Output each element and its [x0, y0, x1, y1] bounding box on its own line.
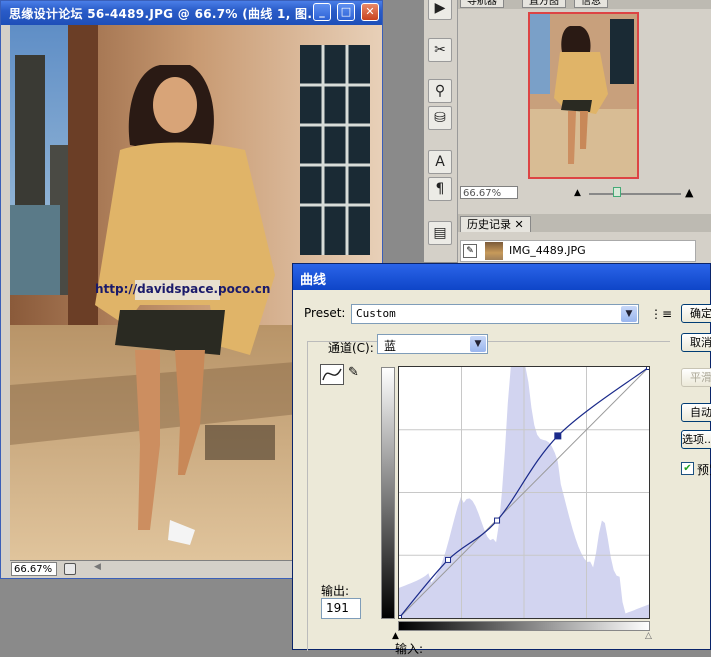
maximize-button[interactable]: □ [337, 3, 355, 21]
navigator-slider-thumb[interactable] [612, 187, 621, 197]
type-icon: A [435, 154, 445, 170]
zoom-in-icon[interactable]: ▲ [685, 186, 693, 199]
cancel-button[interactable]: 取消 [681, 333, 711, 352]
navigator-tabs: 导航器 直方图 信息 [458, 0, 711, 9]
output-field[interactable]: 191 [321, 598, 361, 619]
history-tab-label: 历史记录 [467, 218, 511, 231]
clone-source-button[interactable]: ⛁ [428, 106, 452, 130]
actions-button[interactable]: ▶ [428, 0, 452, 20]
preset-options-icon[interactable]: ⋮≡ [650, 307, 672, 321]
tab-info[interactable]: 信息 [574, 0, 608, 8]
scissors-icon: ✂ [434, 42, 446, 58]
document-title: 思缘设计论坛 56-4489.JPG @ 66.7% (曲线 1, 图... [9, 7, 322, 21]
watermark-url: http://davidspace.poco.cn [95, 282, 271, 296]
channel-select[interactable]: 蓝 ▼ [377, 334, 488, 354]
channel-label: 通道(C): [328, 341, 374, 355]
curve-point-tool[interactable] [320, 364, 344, 385]
curve-control-point [399, 615, 402, 618]
output-gradient-bar [381, 367, 395, 619]
navigator-preview-image [530, 14, 637, 177]
tab-history[interactable]: 历史记录 ✕ [460, 216, 531, 232]
status-menu-icon[interactable] [64, 563, 76, 575]
history-snapshot-row[interactable]: ✎ IMG_4489.JPG [460, 240, 696, 262]
preset-label: Preset: [304, 306, 346, 320]
curves-titlebar[interactable]: 曲线 [293, 264, 710, 290]
stamp-icon: ⛁ [434, 110, 446, 126]
paragraph-icon: ¶ [435, 181, 445, 197]
navigator-panel: 导航器 直方图 信息 66.67% ▲ ▲ [458, 0, 711, 206]
curve-control-point [445, 556, 452, 563]
minimize-button[interactable]: _ [313, 3, 331, 21]
input-gradient-bar [398, 621, 650, 631]
preview-label: 预览 [697, 463, 711, 477]
history-panel: 历史记录 ✕ ✎ IMG_4489.JPG [458, 206, 711, 264]
panel-dock-toolbar: ▶ ✂ ⚲ ⛁ A ¶ ▤ [424, 0, 458, 262]
navigator-zoom-slider[interactable] [589, 193, 681, 195]
history-brush-icon[interactable]: ✎ [463, 244, 477, 258]
brushes-button[interactable]: ⚲ [428, 79, 452, 103]
tab-navigator[interactable]: 导航器 [460, 0, 504, 8]
usb-icon: ⚲ [434, 83, 446, 99]
curve-icon [322, 368, 342, 381]
scroll-left-icon[interactable]: ◀ [94, 562, 101, 572]
curve-control-point [554, 432, 562, 440]
curves-title: 曲线 [300, 273, 327, 288]
preview-checkbox[interactable]: ✔ [681, 462, 694, 475]
input-label: 输入: [395, 642, 424, 656]
tab-histogram[interactable]: 直方图 [522, 0, 566, 8]
history-snapshot-label: IMG_4489.JPG [509, 244, 586, 257]
history-header: 历史记录 ✕ [458, 214, 711, 232]
options-button[interactable]: 选项... [681, 430, 711, 449]
close-icon[interactable]: ✕ [515, 218, 524, 231]
tool-presets-button[interactable]: ✂ [428, 38, 452, 62]
white-point-slider-icon[interactable]: △ [645, 631, 652, 641]
output-label: 输出: [321, 584, 350, 598]
close-button[interactable]: ✕ [361, 3, 379, 21]
curve-control-point [494, 517, 501, 524]
curve-control-point [646, 367, 649, 370]
smooth-button[interactable]: 平滑 [681, 368, 711, 387]
preset-value: Custom [356, 307, 396, 320]
zoom-field[interactable]: 66.67% [11, 562, 57, 576]
notes-icon: ▤ [433, 225, 447, 241]
channel-value: 蓝 [384, 339, 397, 353]
navigator-zoom-field[interactable]: 66.67% [460, 186, 518, 199]
notes-button[interactable]: ▤ [428, 221, 452, 245]
curves-graph-svg [399, 367, 649, 618]
document-titlebar[interactable]: 思缘设计论坛 56-4489.JPG @ 66.7% (曲线 1, 图... _… [1, 1, 382, 25]
curves-dialog: 曲线 Preset: Custom ▼ ⋮≡ 通道(C): 蓝 ▼ ✎ ▲ △ … [292, 263, 711, 656]
zoom-out-icon[interactable]: ▲ [574, 188, 581, 198]
ok-button[interactable]: 确定 [681, 304, 711, 323]
pencil-icon[interactable]: ✎ [348, 365, 364, 383]
curves-graph[interactable] [398, 366, 650, 619]
character-button[interactable]: A [428, 150, 452, 174]
chevron-down-icon: ▼ [470, 336, 486, 352]
auto-button[interactable]: 自动 [681, 403, 711, 422]
history-snapshot-thumbnail [485, 242, 503, 260]
chevron-down-icon: ▼ [621, 306, 637, 322]
play-icon: ▶ [434, 0, 446, 16]
preset-select[interactable]: Custom ▼ [351, 304, 639, 324]
paragraph-button[interactable]: ¶ [428, 177, 452, 201]
navigator-thumbnail[interactable] [528, 12, 639, 179]
